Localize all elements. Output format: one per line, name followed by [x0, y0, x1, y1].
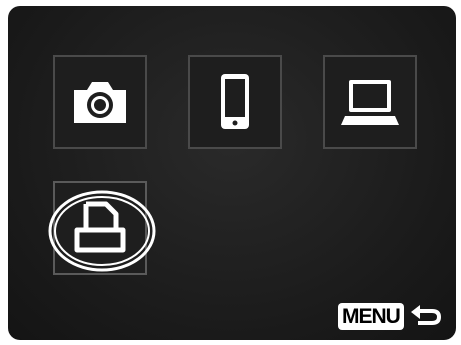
back-arrow-icon	[410, 305, 441, 325]
smartphone-option-tile[interactable]	[188, 55, 282, 149]
printer-option-tile[interactable]	[53, 181, 147, 275]
printer-icon	[74, 201, 126, 253]
camera-icon	[74, 82, 126, 123]
camera-lcd-screen: MENU	[8, 6, 456, 340]
camera-option-tile[interactable]	[53, 55, 147, 149]
smartphone-icon	[221, 74, 249, 129]
laptop-icon	[341, 80, 399, 125]
computer-option-tile[interactable]	[323, 55, 417, 149]
menu-back-control[interactable]: MENU	[338, 300, 444, 332]
menu-button[interactable]: MENU	[338, 302, 404, 330]
